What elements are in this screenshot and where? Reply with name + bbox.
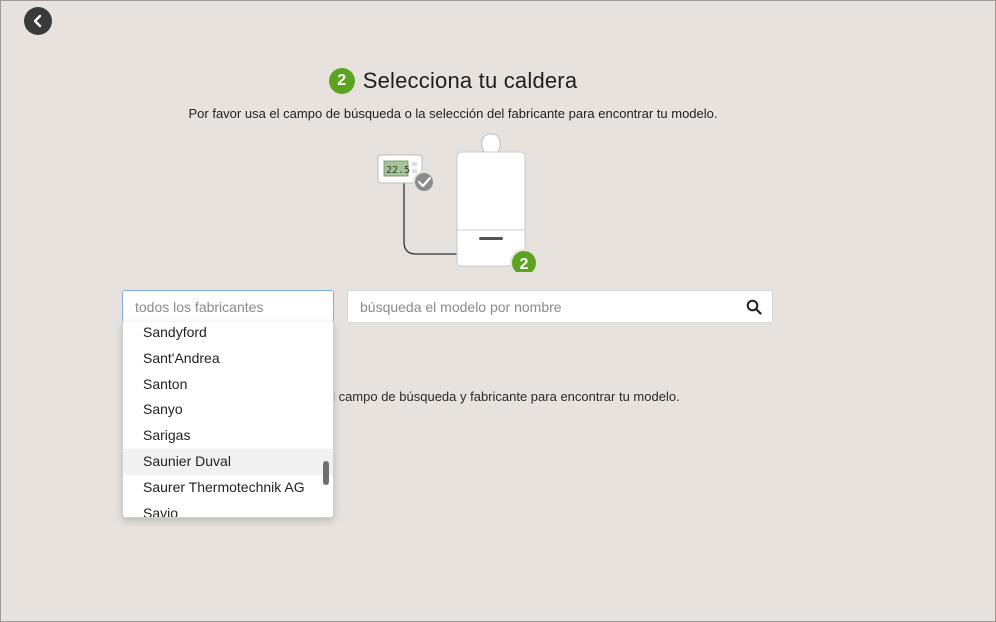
manufacturer-option-list: Sandyford Sant'Andrea Santon Sanyo Sarig… [123,322,333,517]
manufacturer-option[interactable]: Saurer Thermotechnik AG [123,475,333,501]
title-row: 2 Selecciona tu caldera [0,68,906,94]
back-button[interactable] [24,7,52,35]
dropdown-scrollbar[interactable] [323,461,329,485]
manufacturer-option[interactable]: Santon [123,372,333,398]
manufacturer-input[interactable] [135,298,321,315]
boiler-icon [456,133,526,267]
search-icon[interactable] [746,299,762,315]
manufacturer-option[interactable]: Sarigas [123,423,333,449]
thermostat-display: 22.5 [386,165,410,176]
manufacturer-option[interactable]: Sanyo [123,397,333,423]
manufacturer-option[interactable]: Sandyford [123,322,333,346]
check-icon [413,171,435,193]
search-hint: a el campo de búsqueda y fabricante para… [314,389,680,404]
boiler-step-number: 2 [520,256,529,272]
page-title: Selecciona tu caldera [362,68,578,93]
chevron-left-icon [33,14,42,28]
step-badge: 2 [328,68,355,94]
manufacturer-select[interactable] [122,290,334,323]
thermostat-boiler-illustration: 22.5 2 [377,133,538,272]
manufacturer-dropdown[interactable]: Sandyford Sant'Andrea Santon Sanyo Sarig… [122,322,334,518]
manufacturer-option-highlighted[interactable]: Saunier Duval [123,448,333,475]
page-subtitle: Por favor usa el campo de búsqueda o la … [188,106,718,121]
model-search-box[interactable] [347,290,773,323]
manufacturer-option[interactable]: Savio [123,501,333,517]
manufacturer-option[interactable]: Sant'Andrea [123,346,333,372]
model-search-input[interactable] [360,298,736,315]
